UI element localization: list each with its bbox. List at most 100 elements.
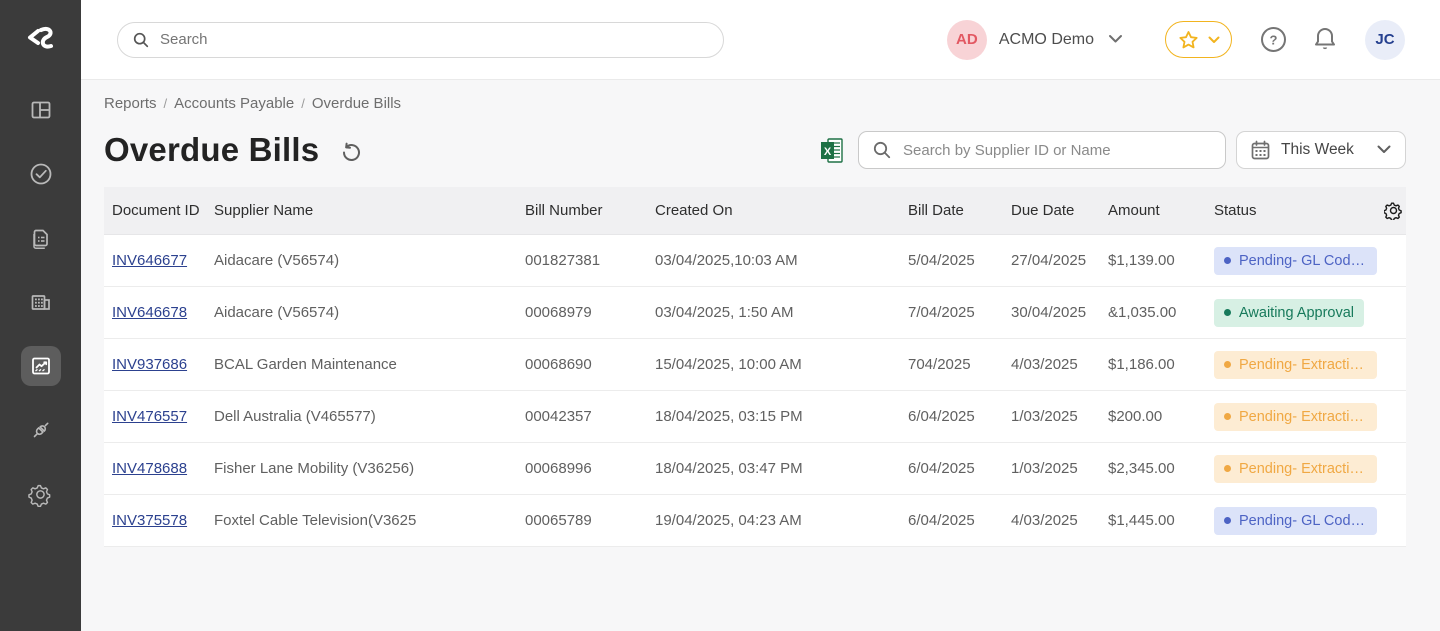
breadcrumb-item[interactable]: Accounts Payable <box>174 95 294 112</box>
column-header-supplier-name[interactable]: Supplier Name <box>214 202 525 219</box>
document-id-link[interactable]: INV646677 <box>112 252 187 269</box>
status-dot-icon <box>1224 413 1231 420</box>
status-dot-icon <box>1224 309 1231 316</box>
created-on-cell: 03/04/2025,10:03 AM <box>655 252 908 269</box>
sidebar-item-documents[interactable] <box>21 218 61 258</box>
column-header-status[interactable]: Status <box>1214 202 1384 219</box>
search-icon <box>133 32 149 53</box>
amount-cell: $1,186.00 <box>1108 356 1214 373</box>
sidebar-item-integrations[interactable] <box>21 410 61 450</box>
bill-number-cell: 001827381 <box>525 252 655 269</box>
amount-cell: $200.00 <box>1108 408 1214 425</box>
table-row: INV646677 Aidacare (V56574) 001827381 03… <box>104 235 1406 287</box>
created-on-cell: 03/04/2025, 1:50 AM <box>655 304 908 321</box>
overdue-bills-table: Document ID Supplier Name Bill Number Cr… <box>104 187 1406 547</box>
table-row: INV937686 BCAL Garden Maintenance 000686… <box>104 339 1406 391</box>
status-dot-icon <box>1224 361 1231 368</box>
document-id-link[interactable]: INV937686 <box>112 356 187 373</box>
svg-text:?: ? <box>1270 32 1278 47</box>
date-filter-label: This Week <box>1281 141 1354 159</box>
breadcrumb-item-current: Overdue Bills <box>312 95 401 112</box>
supplier-name-cell: Dell Australia (V465577) <box>214 408 525 425</box>
status-dot-icon <box>1224 465 1231 472</box>
document-id-link[interactable]: INV646678 <box>112 304 187 321</box>
date-filter-dropdown[interactable]: This Week <box>1236 131 1406 169</box>
documents-icon <box>28 226 53 251</box>
amount-cell: $2,345.00 <box>1108 460 1214 477</box>
reports-chart-icon <box>29 354 53 378</box>
bill-date-cell: 6/04/2025 <box>908 408 1011 425</box>
date-filter-chevron-down-icon <box>1377 141 1391 159</box>
created-on-cell: 15/04/2025, 10:00 AM <box>655 356 908 373</box>
bill-date-cell: 704/2025 <box>908 356 1011 373</box>
refresh-button[interactable] <box>341 142 362 163</box>
app-root: AD ACMO Demo ? <box>0 0 1440 631</box>
column-header-bill-date[interactable]: Bill Date <box>908 202 1011 219</box>
status-dot-icon <box>1224 257 1231 264</box>
document-id-link[interactable]: INV476557 <box>112 408 187 425</box>
status-badge: Awaiting Approval <box>1214 299 1364 327</box>
status-cell: Pending- Extractio... <box>1214 403 1384 431</box>
status-badge: Pending- Extractio... <box>1214 351 1377 379</box>
breadcrumb-item[interactable]: Reports <box>104 95 157 112</box>
export-excel-button[interactable]: X <box>821 137 844 164</box>
sidebar-item-company[interactable] <box>21 282 61 322</box>
breadcrumb: Reports / Accounts Payable / Overdue Bil… <box>104 95 1406 112</box>
settings-gear-icon <box>28 482 53 507</box>
global-search <box>117 22 724 58</box>
amount-cell: &1,035.00 <box>1108 304 1214 321</box>
amount-cell: $1,139.00 <box>1108 252 1214 269</box>
status-cell: Pending- Extractio... <box>1214 455 1384 483</box>
due-date-cell: 30/04/2025 <box>1011 304 1108 321</box>
breadcrumb-separator: / <box>164 96 168 111</box>
notifications-button[interactable] <box>1313 26 1337 53</box>
topbar: AD ACMO Demo ? <box>81 0 1440 80</box>
table-row: INV476557 Dell Australia (V465577) 00042… <box>104 391 1406 443</box>
check-circle-icon <box>28 161 54 187</box>
due-date-cell: 4/03/2025 <box>1011 356 1108 373</box>
building-icon <box>28 290 53 315</box>
status-badge: Pending- Extractio... <box>1214 455 1377 483</box>
status-cell: Pending- GL Coding <box>1214 247 1384 275</box>
created-on-cell: 19/04/2025, 04:23 AM <box>655 512 908 529</box>
sidebar-item-settings[interactable] <box>21 474 61 514</box>
status-badge: Pending- Extractio... <box>1214 403 1377 431</box>
document-id-link[interactable]: INV375578 <box>112 512 187 529</box>
bill-date-cell: 6/04/2025 <box>908 512 1011 529</box>
favorites-button[interactable] <box>1165 21 1232 58</box>
document-id-link[interactable]: INV478688 <box>112 460 187 477</box>
status-cell: Pending- GL Coding <box>1214 507 1384 535</box>
table-row: INV375578 Foxtel Cable Television(V3625 … <box>104 495 1406 547</box>
column-settings-button[interactable] <box>1384 201 1403 220</box>
bill-date-cell: 6/04/2025 <box>908 460 1011 477</box>
app-logo[interactable] <box>0 0 81 80</box>
bill-date-cell: 7/04/2025 <box>908 304 1011 321</box>
table-search <box>858 131 1226 169</box>
main-area: AD ACMO Demo ? <box>81 0 1440 631</box>
org-chevron-down-icon[interactable] <box>1108 31 1123 49</box>
column-header-created-on[interactable]: Created On <box>655 202 908 219</box>
brand-logo-icon <box>21 20 61 60</box>
bill-number-cell: 00065789 <box>525 512 655 529</box>
status-cell: Pending- Extractio... <box>1214 351 1384 379</box>
bell-icon <box>1313 26 1337 53</box>
help-button[interactable]: ? <box>1260 26 1287 53</box>
bill-number-cell: 00042357 <box>525 408 655 425</box>
due-date-cell: 4/03/2025 <box>1011 512 1108 529</box>
content: Reports / Accounts Payable / Overdue Bil… <box>81 80 1440 547</box>
sidebar-item-dashboard[interactable] <box>21 90 61 130</box>
bill-number-cell: 00068690 <box>525 356 655 373</box>
column-header-due-date[interactable]: Due Date <box>1011 202 1108 219</box>
column-header-amount[interactable]: Amount <box>1108 202 1214 219</box>
supplier-search-input[interactable] <box>858 131 1226 169</box>
sidebar-item-approvals[interactable] <box>21 154 61 194</box>
excel-icon: X <box>821 137 844 164</box>
supplier-name-cell: Fisher Lane Mobility (V36256) <box>214 460 525 477</box>
column-header-document-id[interactable]: Document ID <box>104 202 214 219</box>
amount-cell: $1,445.00 <box>1108 512 1214 529</box>
column-header-bill-number[interactable]: Bill Number <box>525 202 655 219</box>
sidebar-item-reports[interactable] <box>21 346 61 386</box>
global-search-input[interactable] <box>117 22 724 58</box>
user-avatar[interactable]: JC <box>1365 20 1405 60</box>
sidebar <box>0 0 81 631</box>
